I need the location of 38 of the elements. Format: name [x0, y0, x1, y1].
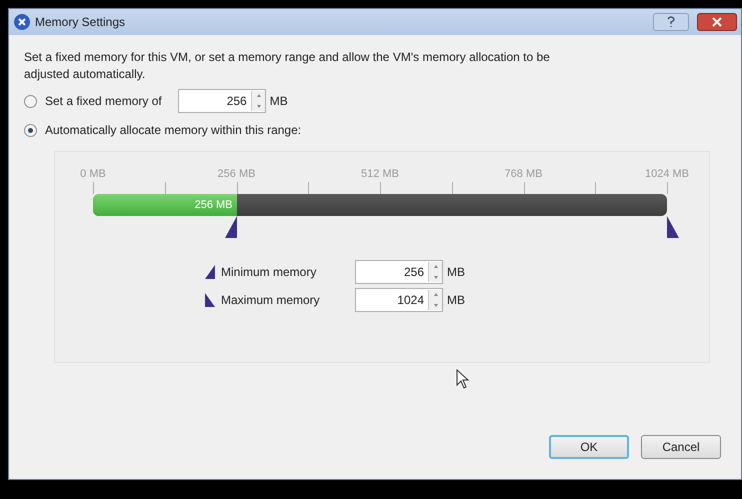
max-slider-handle[interactable] [667, 216, 679, 238]
spin-buttons[interactable] [428, 262, 442, 282]
field-value: 256 [402, 264, 425, 281]
close-icon [712, 17, 722, 27]
tick-label: 768 MB [504, 167, 542, 182]
tick-label: 512 MB [361, 167, 399, 182]
number-field[interactable]: 1024 [355, 288, 443, 312]
number-field[interactable]: 256 [178, 89, 266, 113]
help-icon [667, 16, 675, 28]
mouse-pointer-icon [456, 369, 470, 389]
radio-label: Set a fixed memory of [45, 93, 162, 110]
radio-label: Automatically allocate memory within this range: [45, 122, 302, 139]
ok-button[interactable]: OK [549, 435, 629, 459]
spin-buttons[interactable] [250, 91, 265, 111]
number-field[interactable]: 256 [355, 260, 443, 284]
slider-thumb-icon [205, 293, 215, 307]
help-button[interactable] [653, 13, 689, 31]
field-label: Minimum memory [221, 264, 316, 281]
radio-button[interactable] [24, 94, 37, 108]
slider-thumb-icon [205, 265, 215, 279]
spin-buttons[interactable] [428, 290, 442, 310]
cancel-button[interactable]: Cancel [641, 435, 721, 459]
unit-label: MB [270, 93, 288, 110]
tick-label: 256 MB [218, 167, 256, 182]
field-value: 256 [226, 93, 248, 110]
unit-label: MB [447, 292, 465, 309]
close-button[interactable] [697, 13, 737, 31]
window-title: Memory Settings [35, 14, 126, 31]
radio-button[interactable] [24, 124, 37, 136]
description-text: Set a fixed memory for this VM, or set a memory range and allow the VM's memory allocation to be adjusted automatically. [24, 49, 551, 83]
app-icon [13, 13, 31, 31]
field-value: 1024 [396, 292, 425, 309]
min-slider-handle[interactable] [224, 216, 236, 238]
unit-label: MB [447, 264, 465, 281]
fill-label: 256 MB [194, 198, 232, 213]
tick-label: 0 MB [80, 167, 106, 182]
field-label: Maximum memory [221, 292, 320, 309]
tick-label: 1024 MB [644, 167, 690, 182]
